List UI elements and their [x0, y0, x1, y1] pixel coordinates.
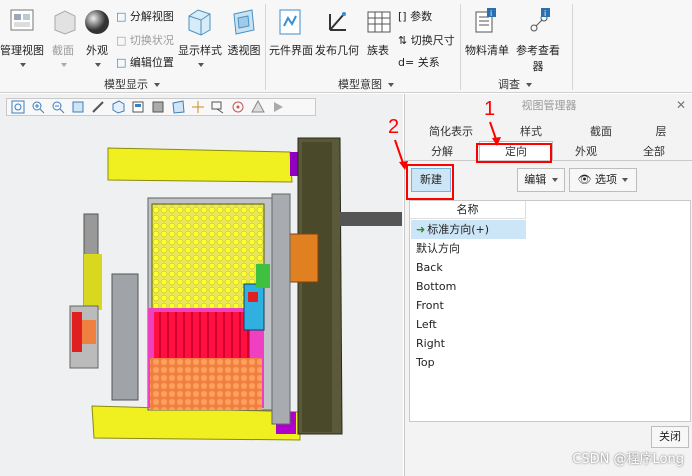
list-item[interactable]: Front — [411, 296, 526, 315]
element-interface-icon — [275, 6, 305, 36]
list-item[interactable]: ➜ 标准方向(+) — [411, 220, 526, 239]
toggle-dimensions-button[interactable]: ⇅ 切换尺寸 — [398, 32, 455, 48]
relations-icon: d= — [398, 56, 415, 69]
watermark: CSDN @程序Long — [572, 452, 684, 467]
reference-viewer-icon: i — [524, 6, 554, 36]
group-label-investigate[interactable]: 调查 — [498, 76, 532, 92]
model-viewport[interactable] — [0, 94, 403, 476]
list-header[interactable]: 名称 — [410, 201, 526, 219]
edit-position-button[interactable]: □ 编辑位置 — [116, 54, 174, 70]
group-separator — [460, 4, 461, 90]
group-separator — [265, 4, 266, 90]
panel-title: 视图管理器 — [521, 99, 577, 112]
tab-all[interactable]: 全部 — [619, 142, 689, 162]
perspective-view-icon — [228, 6, 258, 36]
group-label-model-intent[interactable]: 模型意图 — [338, 76, 394, 92]
explode-view-icon: □ — [116, 10, 127, 23]
eye-icon: 👁 — [577, 173, 592, 186]
annotation-box-orientation-tab — [476, 143, 552, 163]
annotation-number-2: 2 — [388, 116, 400, 138]
tab-layers[interactable]: 层 — [631, 122, 691, 142]
tab-section[interactable]: 截面 — [571, 122, 631, 142]
svg-text:i: i — [490, 9, 492, 18]
list-item[interactable]: Right — [411, 334, 526, 353]
reference-viewer-button[interactable]: 参考查看器 — [512, 42, 564, 74]
bill-of-materials-button[interactable]: 物料清单 — [464, 42, 510, 58]
annotation-number-1: 1 — [484, 98, 496, 120]
list-item[interactable]: Back — [411, 258, 526, 277]
current-arrow-icon: ➜ — [416, 223, 426, 236]
tab-explode[interactable]: 分解 — [411, 142, 473, 162]
relations-button[interactable]: d= 关系 — [398, 54, 440, 70]
edit-position-icon: □ — [116, 56, 127, 69]
group-separator — [572, 4, 573, 90]
tab-simplified-rep[interactable]: 简化表示 — [411, 122, 491, 142]
parameters-icon: [] — [398, 10, 407, 23]
manage-views-icon — [8, 6, 38, 36]
group-label-model-display[interactable]: 模型显示 — [104, 76, 160, 92]
perspective-view-button[interactable]: 透视图 — [226, 42, 262, 58]
element-interface-button[interactable]: 元件界面 — [268, 42, 314, 58]
orientation-list: 名称 ➜ 标准方向(+) 默认方向 Back Bottom Front Left … — [409, 200, 691, 422]
ribbon: 管理视图 截面 外观 □ 分解视图 □ 切换状况 □ 编辑位置 显示样式 透视图… — [0, 0, 692, 93]
display-style-button[interactable]: 显示样式 — [176, 42, 224, 71]
close-icon[interactable]: ✕ — [676, 98, 686, 112]
appearance-button[interactable]: 外观 — [80, 42, 114, 71]
manage-views-button[interactable]: 管理视图 — [0, 42, 44, 71]
list-item[interactable]: Bottom — [411, 277, 526, 296]
edit-button[interactable]: 编辑 — [517, 168, 565, 192]
options-button[interactable]: 👁 选项 — [569, 168, 637, 192]
toggle-status-button[interactable]: □ 切换状况 — [116, 32, 174, 48]
section-button[interactable]: 截面 — [48, 42, 78, 71]
publish-geometry-icon — [322, 6, 352, 36]
list-item[interactable]: 默认方向 — [411, 239, 526, 258]
tab-appearance[interactable]: 外观 — [553, 142, 619, 162]
close-button[interactable]: 关闭 — [651, 426, 689, 448]
annotation-box-new-button — [406, 164, 454, 200]
toggle-dimensions-icon: ⇅ — [398, 34, 408, 47]
toggle-status-icon: □ — [116, 34, 127, 47]
list-item[interactable]: Top — [411, 353, 526, 372]
appearance-sphere-icon — [82, 6, 112, 36]
family-table-button[interactable]: 族表 — [362, 42, 394, 58]
family-table-icon — [364, 6, 394, 36]
list-item[interactable]: Left — [411, 315, 526, 334]
publish-geometry-button[interactable]: 发布几何 — [314, 42, 360, 58]
bill-of-materials-icon: i — [470, 6, 500, 36]
cad-model — [69, 137, 402, 441]
section-icon — [50, 6, 80, 36]
tab-style[interactable]: 样式 — [491, 122, 571, 142]
svg-text:i: i — [544, 9, 546, 18]
parameters-button[interactable]: [] 参数 — [398, 8, 432, 24]
display-style-icon — [184, 6, 214, 36]
explode-view-button[interactable]: □ 分解视图 — [116, 8, 174, 24]
